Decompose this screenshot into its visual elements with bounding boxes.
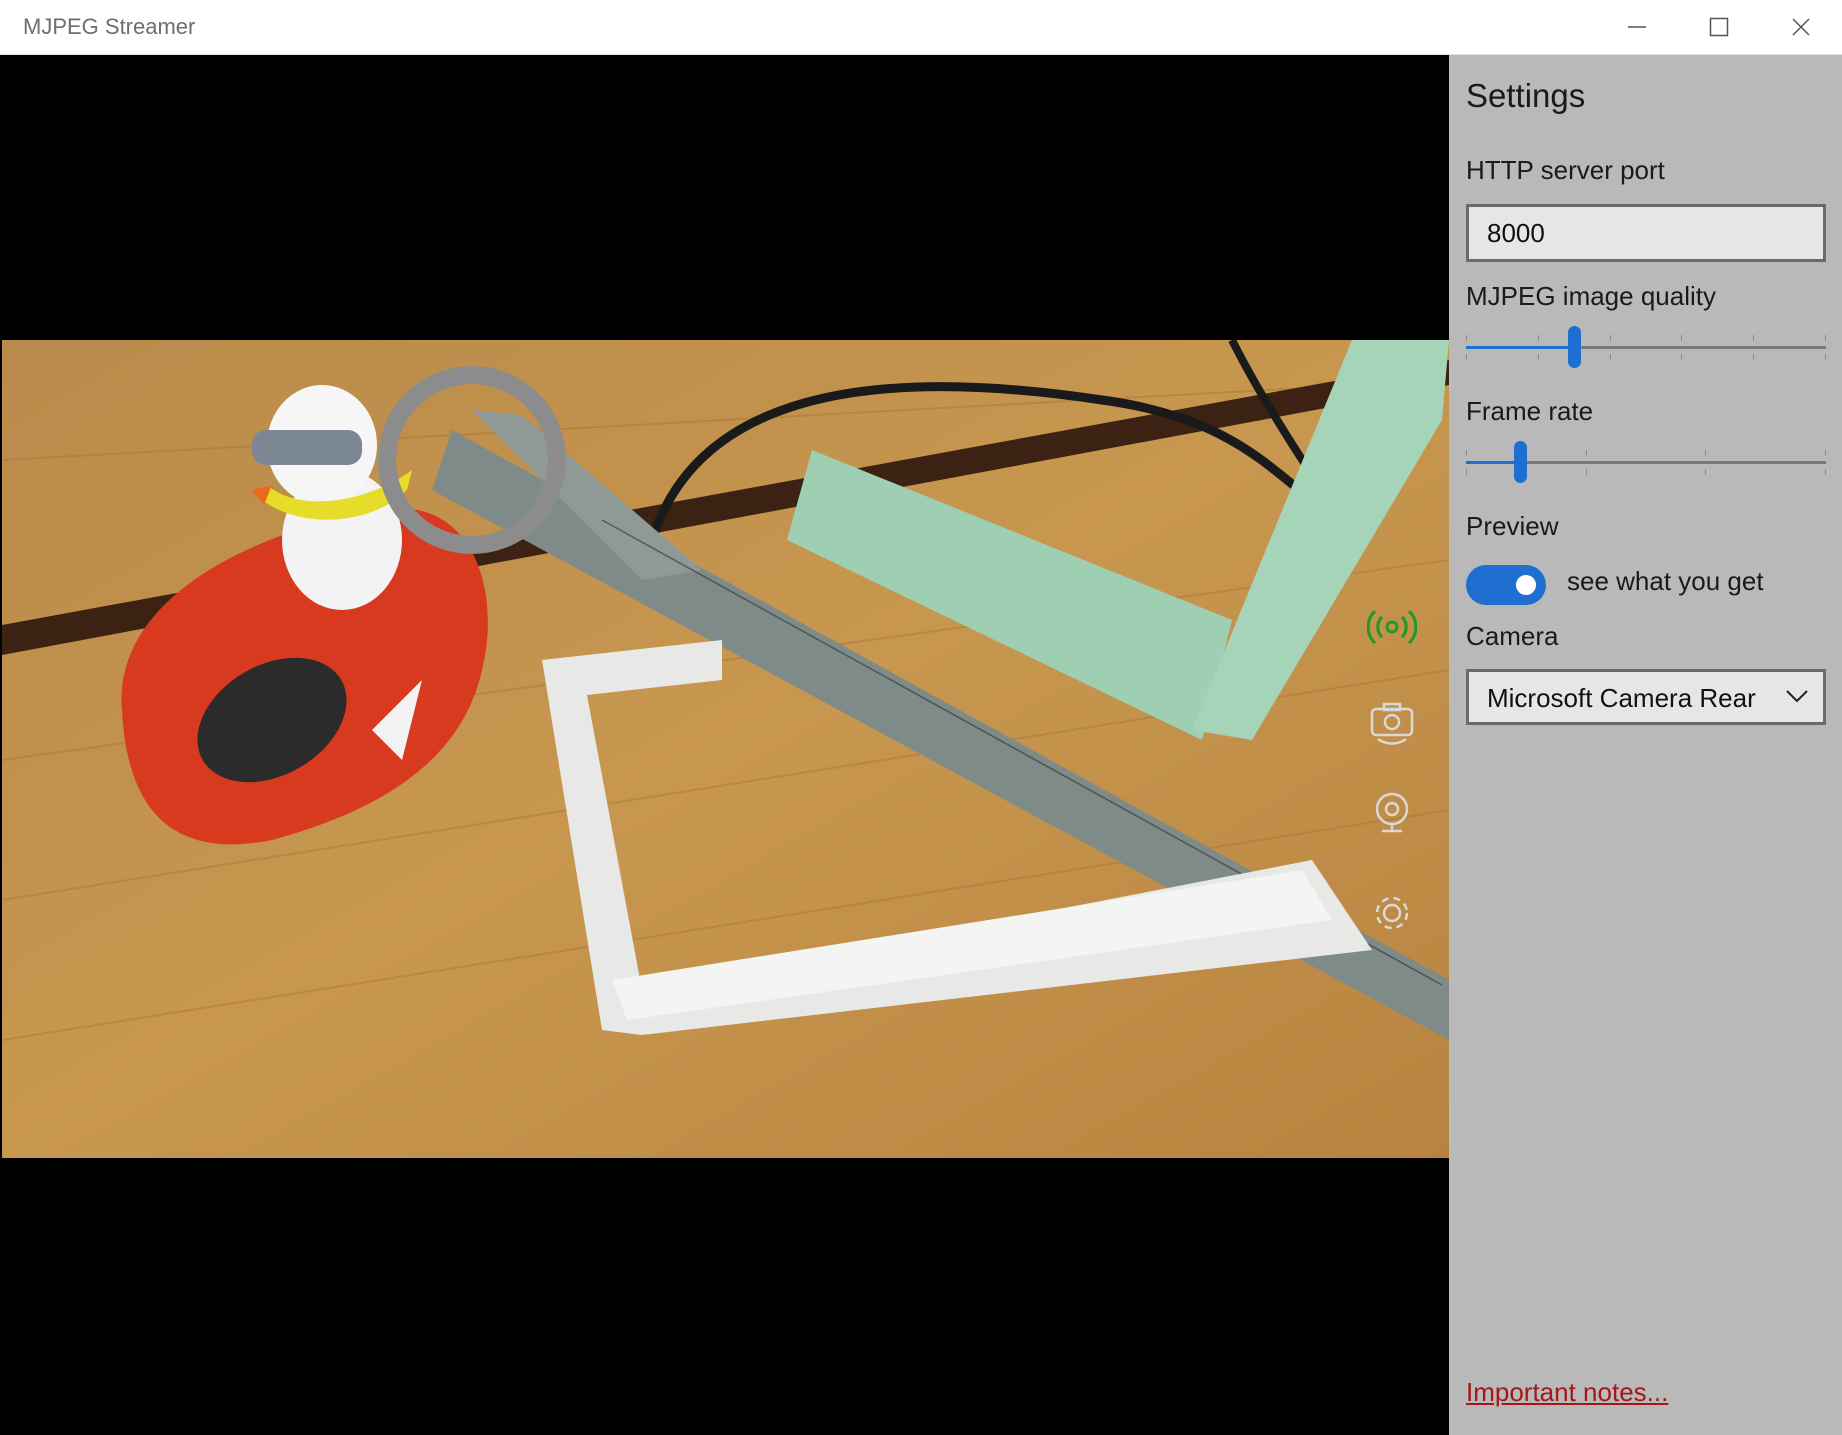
webcam-icon (1375, 792, 1409, 833)
slider-tick (1753, 335, 1754, 341)
window-title: MJPEG Streamer (23, 14, 196, 39)
slider-tick (1586, 450, 1587, 456)
slider-tick (1825, 335, 1826, 341)
slider-tick (1681, 335, 1682, 341)
camera-label: Camera (1466, 621, 1559, 651)
slider-tick (1825, 354, 1826, 360)
title-bar: MJPEG Streamer (0, 0, 1842, 55)
camera-preview-image (2, 340, 1449, 1158)
settings-heading: Settings (1466, 77, 1586, 114)
preview-toggle[interactable] (1466, 565, 1546, 605)
slider-tick (1825, 469, 1826, 475)
settings-button[interactable] (1364, 885, 1420, 941)
slider-tick (1610, 335, 1611, 341)
webcam-button[interactable] (1364, 785, 1420, 841)
video-area (0, 55, 1449, 1435)
slider-fill (1466, 346, 1574, 349)
preview-label: Preview (1466, 511, 1559, 541)
slider-tick (1610, 354, 1611, 360)
preview-toggle-text: see what you get (1567, 566, 1764, 596)
gear-icon (1375, 896, 1409, 930)
close-button[interactable] (1760, 0, 1842, 54)
toggle-knob (1516, 575, 1536, 595)
port-input[interactable] (1466, 204, 1826, 262)
maximize-button[interactable] (1678, 0, 1760, 54)
camera-preview (2, 340, 1449, 1158)
slider-tick (1466, 450, 1467, 456)
camera-dropdown-value: Microsoft Camera Rear (1487, 683, 1756, 713)
quality-slider[interactable] (1466, 325, 1826, 369)
slider-tick (1466, 469, 1467, 475)
slider-tick (1825, 450, 1826, 456)
broadcast-icon (1367, 609, 1417, 645)
important-notes-link[interactable]: Important notes... (1466, 1377, 1668, 1408)
framerate-label: Frame rate (1466, 396, 1594, 426)
minimize-button[interactable] (1596, 0, 1678, 54)
slider-thumb[interactable] (1568, 326, 1581, 368)
chevron-down-icon (1786, 690, 1808, 703)
slider-tick (1586, 469, 1587, 475)
close-icon (1792, 18, 1810, 36)
slider-fill (1466, 461, 1520, 464)
minimize-icon (1628, 26, 1646, 28)
slider-tick (1681, 354, 1682, 360)
slider-thumb[interactable] (1514, 441, 1527, 483)
slider-tick (1538, 354, 1539, 360)
slider-tick (1466, 354, 1467, 360)
framerate-slider[interactable] (1466, 440, 1826, 484)
switch-camera-button[interactable] (1364, 695, 1420, 751)
slider-tick (1705, 469, 1706, 475)
broadcast-button[interactable] (1364, 599, 1420, 655)
port-label: HTTP server port (1466, 155, 1665, 185)
slider-tick (1466, 335, 1467, 341)
quality-label: MJPEG image quality (1466, 281, 1716, 311)
settings-panel: Settings HTTP server port MJPEG image qu… (1449, 55, 1842, 1435)
maximize-icon (1709, 17, 1729, 37)
slider-tick (1538, 335, 1539, 341)
switch-camera-icon (1370, 702, 1414, 745)
slider-tick (1705, 450, 1706, 456)
slider-tick (1753, 354, 1754, 360)
camera-dropdown[interactable]: Microsoft Camera Rear (1466, 669, 1826, 725)
